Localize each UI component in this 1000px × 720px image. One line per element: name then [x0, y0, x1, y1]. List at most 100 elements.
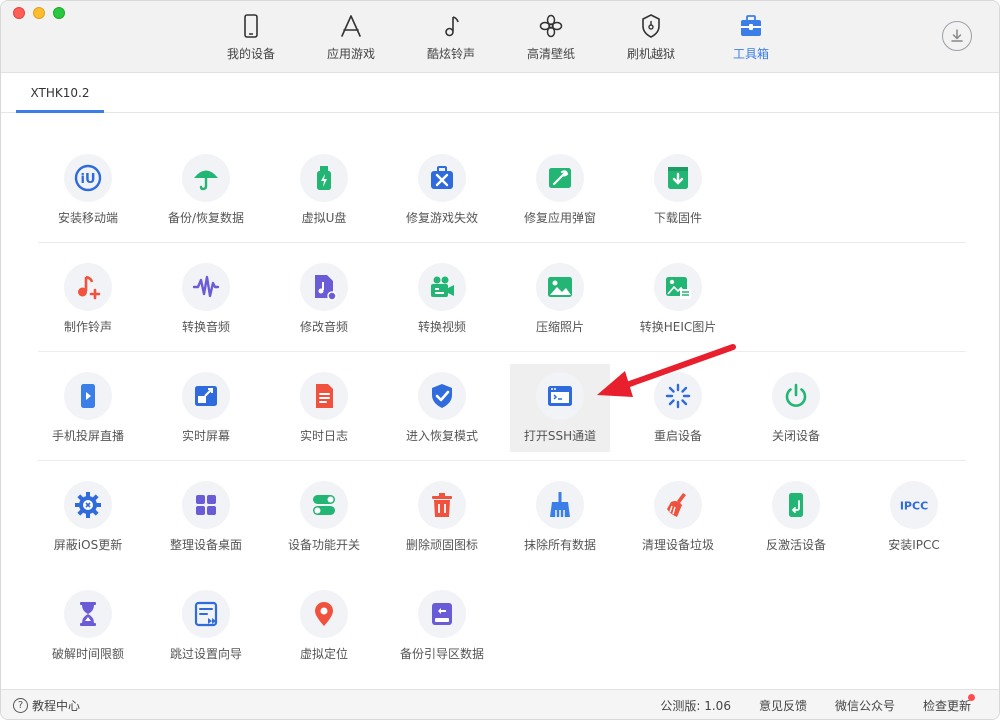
location-pin-icon — [315, 602, 333, 626]
tool-backup-boot-data[interactable]: 备份引导区数据 — [392, 582, 492, 670]
tool-icon-wrap — [300, 481, 348, 529]
tool-install-ipcc[interactable]: IPCC 安装IPCC — [864, 473, 964, 561]
tool-icon-wrap — [654, 154, 702, 202]
lock-shield-icon — [642, 14, 660, 38]
app-store-icon — [341, 15, 361, 37]
tool-icon-wrap — [536, 154, 584, 202]
clean-junk-icon — [667, 493, 686, 517]
tool-label: 删除顽固图标 — [405, 538, 478, 552]
tool-install-mobile[interactable]: iU 安装移动端 — [38, 146, 138, 234]
tool-organize-desktop[interactable]: 整理设备桌面 — [156, 473, 256, 561]
tool-convert-heic[interactable]: 转换HEIC图片 — [628, 255, 728, 343]
tool-label: 重启设备 — [653, 429, 702, 443]
skip-wizard-icon — [194, 601, 218, 627]
row-divider — [38, 242, 966, 243]
toolbox-icon — [741, 15, 761, 36]
tool-realtime-log[interactable]: 实时日志 — [274, 364, 374, 452]
tool-label: 实时屏幕 — [181, 429, 230, 443]
tool-icon-wrap — [300, 372, 348, 420]
tool-convert-video[interactable]: 转换视频 — [392, 255, 492, 343]
tool-repair-games[interactable]: 修复游戏失效 — [392, 146, 492, 234]
tool-label: 跳过设置向导 — [169, 647, 242, 661]
tool-make-ringtone[interactable]: 制作铃声 — [38, 255, 138, 343]
tool-download-firmware[interactable]: 下载固件 — [628, 146, 728, 234]
tool-icon-wrap — [64, 590, 112, 638]
tool-label: 修改音频 — [299, 320, 348, 334]
nav-label: 我的设备 — [226, 47, 275, 61]
nav-my-device[interactable]: 我的设备 — [201, 1, 301, 73]
tool-recovery-mode[interactable]: 进入恢复模式 — [392, 364, 492, 452]
tool-icon-wrap — [772, 481, 820, 529]
question-icon: ? — [13, 698, 28, 713]
block-update-gear-icon — [75, 492, 101, 518]
tool-virtual-usb[interactable]: 虚拟U盘 — [274, 146, 374, 234]
phone-icon — [244, 14, 258, 38]
tool-skip-setup-wizard[interactable]: 跳过设置向导 — [156, 582, 256, 670]
nav-wallpapers[interactable]: 高清壁纸 — [501, 1, 601, 73]
tool-restart-device[interactable]: 重启设备 — [628, 364, 728, 452]
nav-label: 刷机越狱 — [626, 47, 675, 61]
tool-backup-restore[interactable]: 备份/恢复数据 — [156, 146, 256, 234]
close-window-button[interactable] — [13, 7, 25, 19]
nav-label: 工具箱 — [732, 47, 769, 61]
row-divider — [38, 351, 966, 352]
tool-convert-audio[interactable]: 转换音频 — [156, 255, 256, 343]
install-app-icon: iU — [74, 164, 102, 192]
tool-deactivate-device[interactable]: 反激活设备 — [746, 473, 846, 561]
version-label: 公测版: 1.06 — [660, 699, 731, 713]
tool-icon-wrap — [536, 481, 584, 529]
recovery-shield-icon — [432, 384, 452, 408]
tool-icon-wrap — [300, 590, 348, 638]
tool-delete-icons[interactable]: 删除顽固图标 — [392, 473, 492, 561]
tool-edit-audio[interactable]: 修改音频 — [274, 255, 374, 343]
toolbar: 我的设备 应用游戏 酷炫铃声 高清壁纸 刷机越狱 工具箱 — [1, 1, 999, 73]
backup-boot-icon — [432, 603, 452, 625]
hourglass-icon — [80, 602, 96, 626]
tool-label: 关闭设备 — [771, 429, 820, 443]
tool-device-switches[interactable]: 设备功能开关 — [274, 473, 374, 561]
tool-clean-junk[interactable]: 清理设备垃圾 — [628, 473, 728, 561]
help-center-link[interactable]: ? 教程中心 — [13, 697, 80, 714]
nav-label: 应用游戏 — [326, 47, 375, 61]
tool-shutdown-device[interactable]: 关闭设备 — [746, 364, 846, 452]
tool-label: 设备功能开关 — [287, 538, 360, 552]
feedback-link[interactable]: 意见反馈 — [759, 697, 807, 714]
tool-icon-wrap — [182, 590, 230, 638]
tool-erase-all-data[interactable]: 抹除所有数据 — [510, 473, 610, 561]
tool-label: 压缩照片 — [535, 320, 584, 334]
tool-icon-wrap — [64, 481, 112, 529]
power-icon — [785, 383, 807, 407]
restart-spinner-icon — [665, 383, 691, 409]
nav-apps-games[interactable]: 应用游戏 — [301, 1, 401, 73]
device-tab-bar: XTHK10.2 — [1, 73, 999, 113]
realtime-screen-icon — [195, 386, 217, 406]
main-nav: 我的设备 应用游戏 酷炫铃声 高清壁纸 刷机越狱 工具箱 — [201, 1, 801, 73]
tool-icon-wrap — [64, 372, 112, 420]
app-window: 我的设备 应用游戏 酷炫铃声 高清壁纸 刷机越狱 工具箱 XTHK10.2 iU… — [0, 0, 1000, 720]
check-update-link[interactable]: 检查更新 — [923, 697, 971, 714]
tool-block-ios-update[interactable]: 屏蔽iOS更新 — [38, 473, 138, 561]
device-tab[interactable]: XTHK10.2 — [16, 73, 104, 113]
tool-screen-mirror[interactable]: 手机投屏直播 — [38, 364, 138, 452]
tool-icon-wrap — [654, 372, 702, 420]
tool-open-ssh[interactable]: 打开SSH通道 — [510, 364, 610, 452]
tool-crack-time-limit[interactable]: 破解时间限额 — [38, 582, 138, 670]
tool-realtime-screen[interactable]: 实时屏幕 — [156, 364, 256, 452]
tool-label: 打开SSH通道 — [523, 429, 597, 443]
ipcc-icon: IPCC — [900, 500, 928, 513]
tool-virtual-location[interactable]: 虚拟定位 — [274, 582, 374, 670]
nav-ringtones[interactable]: 酷炫铃声 — [401, 1, 501, 73]
nav-flash-jailbreak[interactable]: 刷机越狱 — [601, 1, 701, 73]
tool-icon-wrap — [418, 372, 466, 420]
download-manager-button[interactable] — [942, 21, 972, 51]
zoom-window-button[interactable] — [53, 7, 65, 19]
tool-label: 清理设备垃圾 — [641, 538, 714, 552]
tool-compress-photo[interactable]: 压缩照片 — [510, 255, 610, 343]
nav-toolbox[interactable]: 工具箱 — [701, 1, 801, 73]
tool-label: 修复应用弹窗 — [523, 211, 596, 225]
wechat-link[interactable]: 微信公众号 — [835, 697, 895, 714]
minimize-window-button[interactable] — [33, 7, 45, 19]
tool-repair-app-popup[interactable]: 修复应用弹窗 — [510, 146, 610, 234]
tool-label: 制作铃声 — [63, 320, 112, 334]
flower-icon — [539, 14, 563, 38]
